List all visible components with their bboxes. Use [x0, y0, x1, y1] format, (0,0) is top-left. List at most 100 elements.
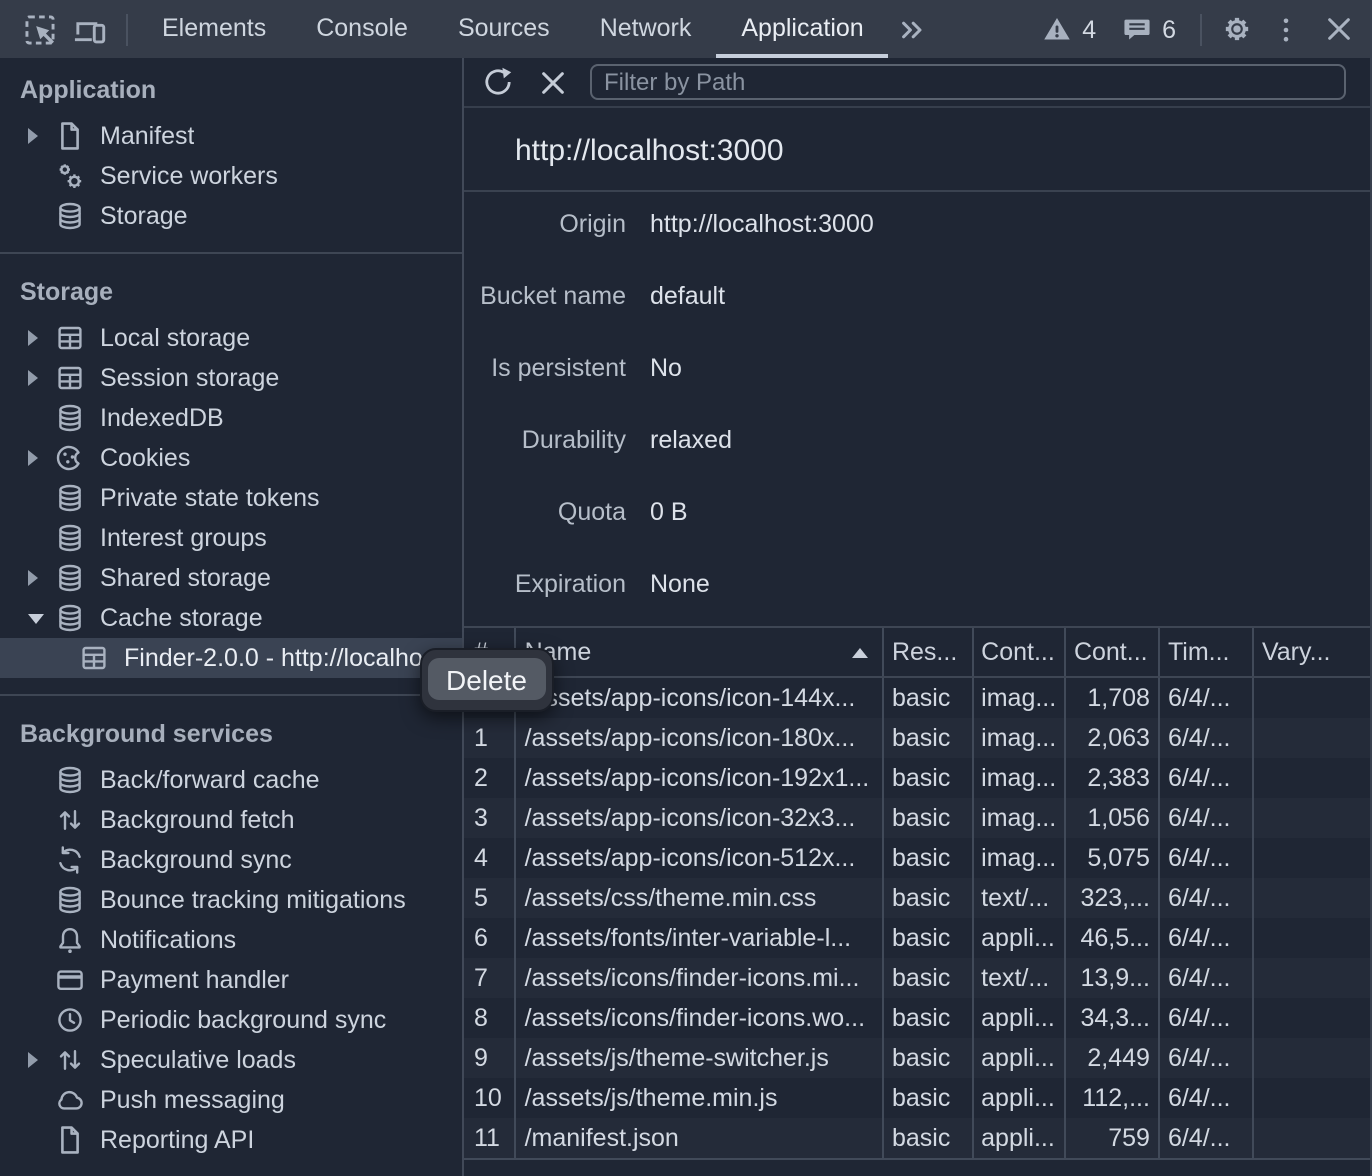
refresh-button[interactable] — [477, 62, 517, 102]
cell-name: /assets/app-icons/icon-144x... — [517, 678, 884, 718]
inspect-element-button[interactable] — [20, 9, 60, 49]
warnings-badge[interactable]: 4 — [1042, 14, 1096, 44]
sidebar-item-speculative-loads[interactable]: Speculative loads — [0, 1040, 462, 1080]
cell-response-type: basic — [884, 718, 973, 758]
sidebar-item-back-forward-cache[interactable]: Back/forward cache — [0, 760, 462, 800]
sidebar-item-cache-storage[interactable]: Cache storage — [0, 598, 462, 638]
settings-button[interactable] — [1216, 9, 1256, 49]
cell-index: 11 — [464, 1118, 517, 1158]
sidebar-item-storage[interactable]: Storage — [0, 196, 462, 236]
cell-vary — [1254, 958, 1372, 998]
tab-application[interactable]: Application — [716, 0, 888, 58]
sidebar-item-indexeddb[interactable]: IndexedDB — [0, 398, 462, 438]
sync-icon — [54, 844, 86, 876]
more-tabs-button[interactable] — [895, 9, 931, 49]
disclosure-triangle[interactable] — [28, 450, 54, 466]
sidebar-item-service-workers[interactable]: Service workers — [0, 156, 462, 196]
cookie-icon — [54, 442, 86, 474]
close-icon — [1321, 12, 1355, 46]
tab-network[interactable]: Network — [575, 0, 717, 58]
cell-content-length: 759 — [1066, 1118, 1160, 1158]
disclosure-triangle[interactable] — [28, 370, 54, 386]
context-menu-item-delete[interactable]: Delete — [428, 658, 545, 700]
tab-sources[interactable]: Sources — [433, 0, 575, 58]
device-toolbar-button[interactable] — [70, 9, 110, 49]
column-header-response-type[interactable]: Res... — [884, 628, 973, 676]
sidebar-item-private-state-tokens[interactable]: Private state tokens — [0, 478, 462, 518]
column-header-vary[interactable]: Vary... — [1254, 628, 1372, 676]
sidebar-item-reporting-api[interactable]: Reporting API — [0, 1120, 462, 1160]
table-row[interactable]: 8 /assets/icons/finder-icons.wo... basic… — [464, 998, 1372, 1038]
sidebar-item-label: Cache storage — [100, 604, 263, 632]
table-row[interactable]: 11 /manifest.json basic appli... 759 6/4… — [464, 1118, 1372, 1158]
section-title: Application — [0, 74, 462, 106]
sidebar-item-shared-storage[interactable]: Shared storage — [0, 558, 462, 598]
sidebar-item-label: Shared storage — [100, 564, 271, 592]
cell-content-length: 2,449 — [1066, 1038, 1160, 1078]
sidebar-item-session-storage[interactable]: Session storage — [0, 358, 462, 398]
column-header-time-cached[interactable]: Tim... — [1160, 628, 1254, 676]
devtools-window: Elements Console Sources Network Applica… — [0, 0, 1372, 1176]
cell-index: 1 — [464, 718, 517, 758]
sidebar-item-cookies[interactable]: Cookies — [0, 438, 462, 478]
disclosure-triangle[interactable] — [28, 1052, 54, 1068]
tab-console[interactable]: Console — [291, 0, 433, 58]
table-row[interactable]: 7 /assets/icons/finder-icons.mi... basic… — [464, 958, 1372, 998]
field-label: Is persistent — [464, 353, 626, 381]
table-row[interactable]: 10 /assets/js/theme.min.js basic appli..… — [464, 1078, 1372, 1118]
file-icon — [54, 120, 86, 152]
column-header-content-length[interactable]: Cont... — [1066, 628, 1160, 676]
filter-input[interactable] — [590, 65, 1345, 100]
sidebar-item-manifest[interactable]: Manifest — [0, 116, 462, 156]
table-row[interactable]: 6 /assets/fonts/inter-variable-l... basi… — [464, 918, 1372, 958]
disclosure-triangle[interactable] — [28, 613, 54, 623]
sidebar-item-background-fetch[interactable]: Background fetch — [0, 800, 462, 840]
database-icon — [54, 200, 86, 232]
column-header-content-type[interactable]: Cont... — [973, 628, 1066, 676]
table-row[interactable]: 3 /assets/app-icons/icon-32x3... basic i… — [464, 798, 1372, 838]
cell-time-cached: 6/4/... — [1160, 678, 1254, 718]
messages-badge[interactable]: 6 — [1122, 14, 1176, 44]
table-row[interactable]: 9 /assets/js/theme-switcher.js basic app… — [464, 1038, 1372, 1078]
sidebar-item-periodic-background-sync[interactable]: Periodic background sync — [0, 1000, 462, 1040]
cell-index: 7 — [464, 958, 517, 998]
cell-content-length: 34,3... — [1066, 998, 1160, 1038]
cell-name: /assets/app-icons/icon-192x1... — [517, 758, 884, 798]
tab-elements[interactable]: Elements — [137, 0, 291, 58]
table-row[interactable]: 5 /assets/css/theme.min.css basic text/.… — [464, 878, 1372, 918]
close-devtools-button[interactable] — [1318, 9, 1358, 49]
disclosure-triangle[interactable] — [28, 330, 54, 346]
table-icon — [54, 322, 86, 354]
sidebar-item-notifications[interactable]: Notifications — [0, 920, 462, 960]
cell-response-type: basic — [884, 1118, 973, 1158]
sidebar-item-background-sync[interactable]: Background sync — [0, 840, 462, 880]
table-row[interactable]: 1 /assets/app-icons/icon-180x... basic i… — [464, 718, 1372, 758]
disclosure-triangle[interactable] — [28, 570, 54, 586]
cell-index: 8 — [464, 998, 517, 1038]
table-row[interactable]: 2 /assets/app-icons/icon-192x1... basic … — [464, 758, 1372, 798]
table-row[interactable]: 4 /assets/app-icons/icon-512x... basic i… — [464, 838, 1372, 878]
disclosure-triangle[interactable] — [28, 128, 54, 144]
cell-content-type: appli... — [973, 998, 1066, 1038]
column-header-name[interactable]: Name — [517, 628, 884, 676]
delete-selected-button[interactable] — [533, 62, 573, 102]
sidebar-item-finder-cache[interactable]: Finder-2.0.0 - http://localhost:3000 — [0, 638, 462, 678]
cell-index: 5 — [464, 878, 517, 918]
field-label: Expiration — [464, 569, 626, 597]
cell-content-length: 13,9... — [1066, 958, 1160, 998]
cell-vary — [1254, 998, 1372, 1038]
table-row[interactable]: 0 /assets/app-icons/icon-144x... basic i… — [464, 678, 1372, 718]
sidebar-item-payment-handler[interactable]: Payment handler — [0, 960, 462, 1000]
sidebar-item-interest-groups[interactable]: Interest groups — [0, 518, 462, 558]
sidebar-item-push-messaging[interactable]: Push messaging — [0, 1080, 462, 1120]
cell-index: 6 — [464, 918, 517, 958]
sidebar-item-local-storage[interactable]: Local storage — [0, 318, 462, 358]
application-sidebar: Application Manifest Service workers Sto… — [0, 58, 464, 1176]
menu-button[interactable] — [1266, 9, 1306, 49]
sidebar-item-label: Service workers — [100, 162, 278, 190]
sort-ascending-icon — [852, 647, 868, 657]
sidebar-item-bounce-tracking-mitigations[interactable]: Bounce tracking mitigations — [0, 880, 462, 920]
database-icon — [54, 884, 86, 916]
table-icon — [78, 642, 110, 674]
sidebar-item-label: Payment handler — [100, 966, 289, 994]
